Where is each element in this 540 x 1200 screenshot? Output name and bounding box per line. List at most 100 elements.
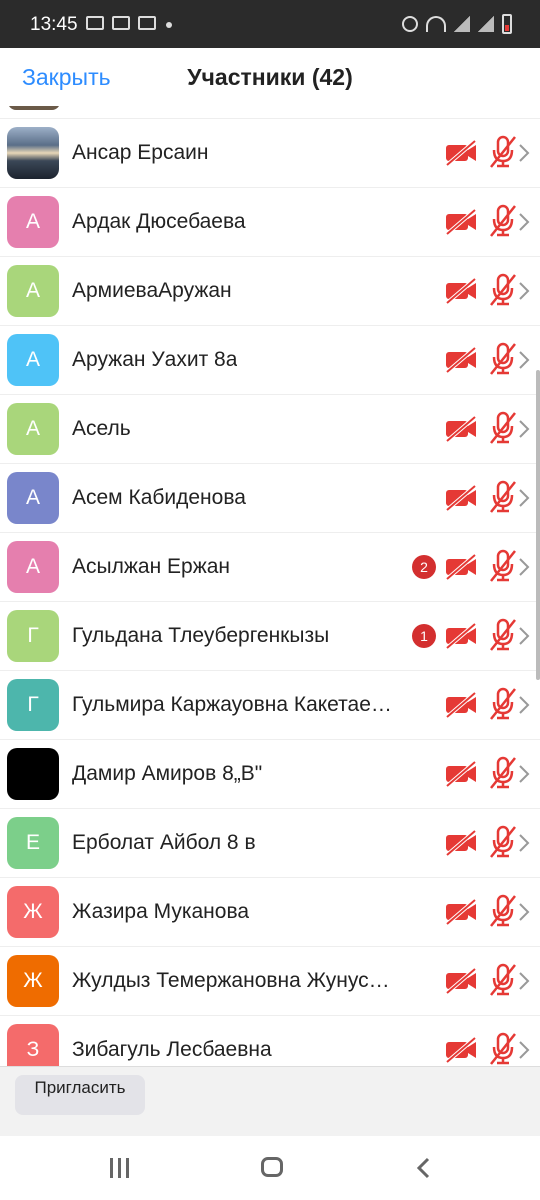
battery-low-icon	[502, 14, 512, 34]
participant-row[interactable]: Ж Жулдыз Темержановна Жунус…	[0, 947, 540, 1016]
unread-badge: 1	[412, 624, 436, 648]
chevron-right-icon[interactable]	[518, 488, 530, 508]
avatar: А	[7, 541, 59, 593]
chevron-right-icon[interactable]	[518, 557, 530, 577]
video-off-icon	[444, 691, 478, 719]
system-icons	[402, 14, 512, 34]
chevron-right-icon[interactable]	[518, 695, 530, 715]
participant-row[interactable]: Е Ерболат Айбол 8 в	[0, 809, 540, 878]
video-off-icon	[444, 967, 478, 995]
avatar	[7, 127, 59, 179]
participants-list[interactable]: Ансар Ерсаин А Ардак Дюсебаева А АрмиеваАруж…	[0, 106, 540, 1066]
mic-muted-icon[interactable]	[488, 549, 518, 583]
participant-name: Жулдыз Темержановна Жунус…	[72, 969, 390, 992]
avatar: Г	[7, 679, 59, 731]
avatar: З	[7, 1024, 59, 1066]
youtube-icon	[112, 16, 130, 30]
chevron-right-icon[interactable]	[518, 833, 530, 853]
video-off-icon	[444, 208, 478, 236]
participant-row[interactable]: А Асылжан Ержан 2	[0, 533, 540, 602]
chevron-right-icon[interactable]	[518, 764, 530, 784]
video-off-icon	[444, 898, 478, 926]
scrollbar[interactable]	[536, 370, 540, 680]
video-off-icon	[444, 346, 478, 374]
video-off-icon	[444, 277, 478, 305]
participant-name: Жазира Муканова	[72, 900, 250, 923]
mic-muted-icon[interactable]	[488, 135, 518, 169]
participant-name: Ерболат Айбол 8 в	[72, 831, 256, 854]
participant-row[interactable]: А АрмиеваАружан	[0, 257, 540, 326]
participant-row[interactable]: А Аружан Уахит 8а	[0, 326, 540, 395]
back-icon[interactable]	[414, 1156, 434, 1180]
participant-row[interactable]: Ансар Ерсаин	[0, 119, 540, 188]
chevron-right-icon[interactable]	[518, 1040, 530, 1060]
video-off-icon	[444, 484, 478, 512]
chevron-right-icon[interactable]	[518, 626, 530, 646]
participant-name: АрмиеваАружан	[72, 279, 232, 302]
chevron-right-icon[interactable]	[518, 971, 530, 991]
avatar: А	[7, 472, 59, 524]
more-notifications-dot	[166, 22, 172, 28]
status-time: 13:45	[30, 14, 78, 35]
status-bar: 13:45	[0, 0, 540, 48]
android-nav-bar	[0, 1136, 540, 1200]
screen-record-icon	[138, 16, 156, 30]
participant-name: Ардак Дюсебаева	[72, 210, 246, 233]
video-off-icon	[444, 829, 478, 857]
avatar: Ж	[7, 955, 59, 1007]
invite-button[interactable]: Пригласить	[15, 1075, 145, 1115]
mic-muted-icon[interactable]	[488, 825, 518, 859]
wifi-icon	[426, 16, 446, 32]
mic-muted-icon[interactable]	[488, 963, 518, 997]
chevron-right-icon[interactable]	[518, 281, 530, 301]
bottom-bar: Пригласить	[0, 1066, 540, 1137]
participant-row[interactable]: А Ардак Дюсебаева	[0, 188, 540, 257]
signal-icon	[454, 16, 470, 32]
video-off-icon	[444, 553, 478, 581]
mic-muted-icon[interactable]	[488, 618, 518, 652]
mic-muted-icon[interactable]	[488, 894, 518, 928]
participant-name: Асылжан Ержан	[72, 555, 231, 578]
participant-name: Зибагуль Лесбаевна	[72, 1038, 272, 1061]
participant-row[interactable]: Г Гульдана Тлеубергенкызы 1	[0, 602, 540, 671]
participant-name: Гульдана Тлеубергенкызы	[72, 624, 330, 647]
chevron-right-icon[interactable]	[518, 419, 530, 439]
mic-muted-icon[interactable]	[488, 273, 518, 307]
video-off-icon	[444, 760, 478, 788]
chevron-right-icon[interactable]	[518, 902, 530, 922]
video-off-icon	[444, 139, 478, 167]
home-icon[interactable]	[261, 1157, 283, 1177]
mic-muted-icon[interactable]	[488, 480, 518, 514]
notification-icons	[86, 16, 156, 30]
recent-apps-icon[interactable]	[110, 1158, 134, 1178]
participant-name: Асем Кабиденова	[72, 486, 246, 509]
participant-name: Аружан Уахит 8а	[72, 348, 238, 371]
video-off-icon	[444, 415, 478, 443]
avatar: Ж	[7, 886, 59, 938]
page-title: Участники (42)	[187, 64, 353, 90]
chevron-right-icon[interactable]	[518, 143, 530, 163]
chevron-right-icon[interactable]	[518, 350, 530, 370]
participant-name: Ансар Ерсаин	[72, 141, 209, 164]
participant-row[interactable]: А Асем Кабиденова	[0, 464, 540, 533]
signal-icon-2	[478, 16, 494, 32]
avatar: Е	[7, 817, 59, 869]
avatar: А	[7, 403, 59, 455]
mic-muted-icon[interactable]	[488, 687, 518, 721]
participant-row[interactable]: Дамир Амиров 8„В"	[0, 740, 540, 809]
chevron-right-icon[interactable]	[518, 212, 530, 232]
participant-row[interactable]: Г Гульмира Каржауовна Какетае…	[0, 671, 540, 740]
mic-muted-icon[interactable]	[488, 1032, 518, 1066]
avatar	[7, 748, 59, 800]
participant-row[interactable]: З Зибагуль Лесбаевна	[0, 1016, 540, 1066]
participant-name: Асель	[72, 417, 131, 440]
participant-row[interactable]: Ж Жазира Муканова	[0, 878, 540, 947]
mic-muted-icon[interactable]	[488, 411, 518, 445]
mic-muted-icon[interactable]	[488, 342, 518, 376]
avatar: А	[7, 334, 59, 386]
mic-muted-icon[interactable]	[488, 204, 518, 238]
video-off-icon	[444, 1036, 478, 1064]
partial-avatar	[8, 106, 60, 110]
mic-muted-icon[interactable]	[488, 756, 518, 790]
participant-row[interactable]: А Асель	[0, 395, 540, 464]
